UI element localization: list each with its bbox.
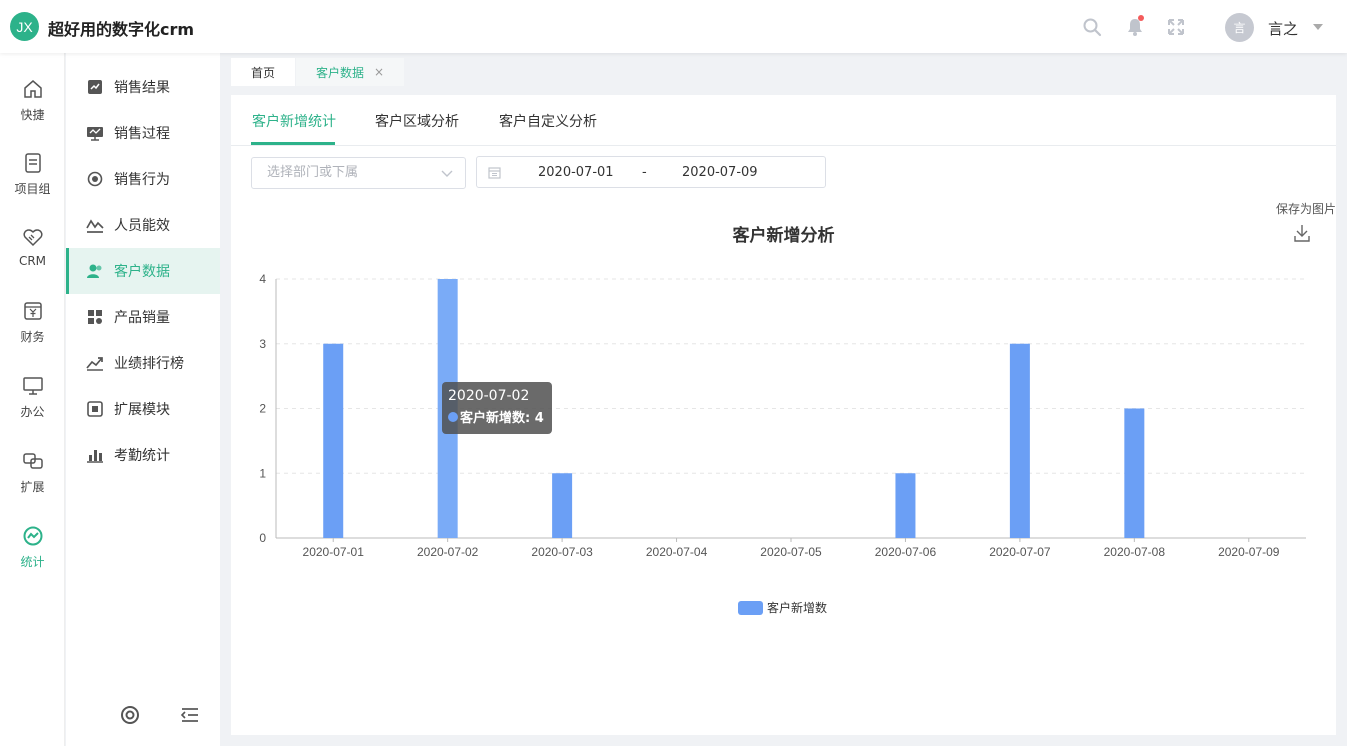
yen-icon	[23, 302, 42, 320]
avatar[interactable]: 言	[1225, 13, 1254, 42]
notification-dot	[1138, 15, 1144, 21]
bar	[1124, 408, 1145, 538]
app-header: JX 超好用的数字化crm 言 言之	[0, 0, 1347, 53]
submenu-item-module[interactable]: 扩展模块	[66, 386, 220, 432]
content-panel: 客户新增统计 客户区域分析 客户自定义分析 选择部门或下属 2020-07-01…	[231, 95, 1336, 735]
submenu-label: 扩展模块	[114, 402, 170, 418]
secondary-nav: 销售结果 销售过程 销售行为 人员能效 客户数据 产品销量 业绩排行榜 扩展模块…	[66, 53, 220, 746]
submenu-label: 客户数据	[114, 264, 170, 280]
x-tick-label: 2020-07-09	[1218, 545, 1280, 559]
handshake-icon	[22, 229, 43, 247]
tooltip-series-dot	[448, 411, 458, 422]
y-tick-label: 4	[259, 272, 266, 286]
sales-process-icon	[87, 127, 103, 141]
page-tab-customer-data[interactable]: 客户数据 ×	[296, 58, 404, 86]
rail-label: 扩展	[20, 480, 45, 494]
search-icon[interactable]	[1082, 17, 1102, 37]
tooltip-title: 2020-07-02	[448, 388, 530, 404]
stats-icon	[23, 526, 42, 546]
y-tick-label: 2	[259, 402, 266, 416]
submenu-item-sales-result[interactable]: 销售结果	[66, 64, 220, 110]
product-icon	[88, 310, 102, 324]
efficiency-icon	[86, 219, 104, 233]
collapse-menu-icon[interactable]	[179, 704, 201, 726]
x-tick-label: 2020-07-06	[875, 545, 937, 559]
close-icon[interactable]: ×	[374, 65, 384, 79]
bar	[1009, 343, 1030, 538]
rail-item-project[interactable]: 项目组	[0, 152, 65, 212]
app-logo[interactable]: JX	[10, 12, 39, 41]
bar	[895, 473, 916, 538]
tooltip-value: 客户新增数: 4	[460, 411, 544, 426]
customer-icon	[87, 264, 102, 278]
fullscreen-icon[interactable]	[1166, 17, 1186, 37]
sales-behavior-icon	[87, 171, 103, 187]
settings-icon[interactable]	[119, 704, 141, 726]
sales-result-icon	[88, 80, 102, 94]
chart-legend[interactable]: 客户新增数	[738, 599, 827, 616]
rail-item-crm[interactable]: CRM	[0, 226, 65, 286]
x-tick-label: 2020-07-08	[1104, 545, 1166, 559]
rail-item-finance[interactable]: 财务	[0, 300, 65, 360]
rail-label: 快捷	[20, 108, 45, 122]
app-title: 超好用的数字化crm	[48, 20, 195, 39]
page-tab-label: 客户数据	[315, 65, 364, 80]
x-tick-label: 2020-07-05	[760, 545, 822, 559]
home-icon	[23, 80, 42, 98]
rail-item-quick[interactable]: 快捷	[0, 78, 65, 138]
username[interactable]: 言之	[1268, 18, 1298, 39]
y-tick-label: 0	[259, 531, 266, 545]
module-icon	[87, 401, 103, 417]
primary-nav: 快捷 项目组 CRM 财务 办公 扩展 统计	[0, 53, 65, 746]
x-tick-label: 2020-07-02	[417, 545, 479, 559]
legend-label: 客户新增数	[767, 601, 828, 615]
submenu-item-efficiency[interactable]: 人员能效	[66, 202, 220, 248]
rail-label: 财务	[20, 330, 45, 344]
attendance-icon	[87, 450, 103, 463]
tooltip-row: 客户新增数: 4	[448, 407, 546, 426]
bar	[323, 343, 344, 538]
rail-item-office[interactable]: 办公	[0, 375, 65, 435]
x-tick-label: 2020-07-07	[989, 545, 1051, 559]
submenu-label: 产品销量	[114, 310, 170, 326]
submenu-item-product-sales[interactable]: 产品销量	[66, 294, 220, 340]
y-tick-label: 3	[259, 337, 266, 351]
submenu-item-attendance[interactable]: 考勤统计	[66, 432, 220, 478]
rail-label: 统计	[20, 555, 45, 569]
document-icon	[24, 153, 41, 173]
submenu-label: 业绩排行榜	[114, 356, 184, 372]
x-tick-label: 2020-07-01	[303, 545, 365, 559]
chart-tooltip: 2020-07-02 客户新增数: 4	[442, 382, 552, 434]
x-tick-label: 2020-07-04	[646, 545, 708, 559]
submenu-label: 人员能效	[114, 218, 170, 234]
page-tab-home[interactable]: 首页	[231, 58, 295, 86]
page-tabbar: 首页 客户数据 ×	[220, 53, 1347, 86]
submenu-label: 销售行为	[114, 172, 170, 188]
page-tab-label: 首页	[250, 65, 275, 80]
submenu-item-customer-data[interactable]: 客户数据	[66, 248, 220, 294]
y-tick-label: 1	[259, 466, 266, 480]
submenu-label: 销售结果	[114, 80, 170, 96]
bar-chart: 0 1 2 3 4 2020-07-01 2020-07-02 2020-07-03 2020-…	[259, 272, 1306, 559]
submenu-item-sales-process[interactable]: 销售过程	[66, 110, 220, 156]
caret-down-icon[interactable]	[1313, 24, 1323, 30]
submenu-item-sales-behavior[interactable]: 销售行为	[66, 156, 220, 202]
rail-label: 办公	[20, 405, 45, 419]
extend-icon	[22, 453, 43, 469]
bar	[552, 473, 573, 538]
ranking-icon	[86, 357, 103, 371]
rail-label: CRM	[18, 254, 47, 268]
submenu-label: 销售过程	[114, 126, 170, 142]
x-tick-label: 2020-07-03	[531, 545, 593, 559]
rail-item-extend[interactable]: 扩展	[0, 450, 65, 510]
rail-item-stats[interactable]: 统计	[0, 525, 65, 585]
legend-swatch	[738, 600, 763, 615]
rail-label: 项目组	[14, 182, 51, 196]
submenu-item-ranking[interactable]: 业绩排行榜	[66, 340, 220, 386]
monitor-icon	[22, 377, 43, 395]
submenu-label: 考勤统计	[114, 448, 170, 464]
